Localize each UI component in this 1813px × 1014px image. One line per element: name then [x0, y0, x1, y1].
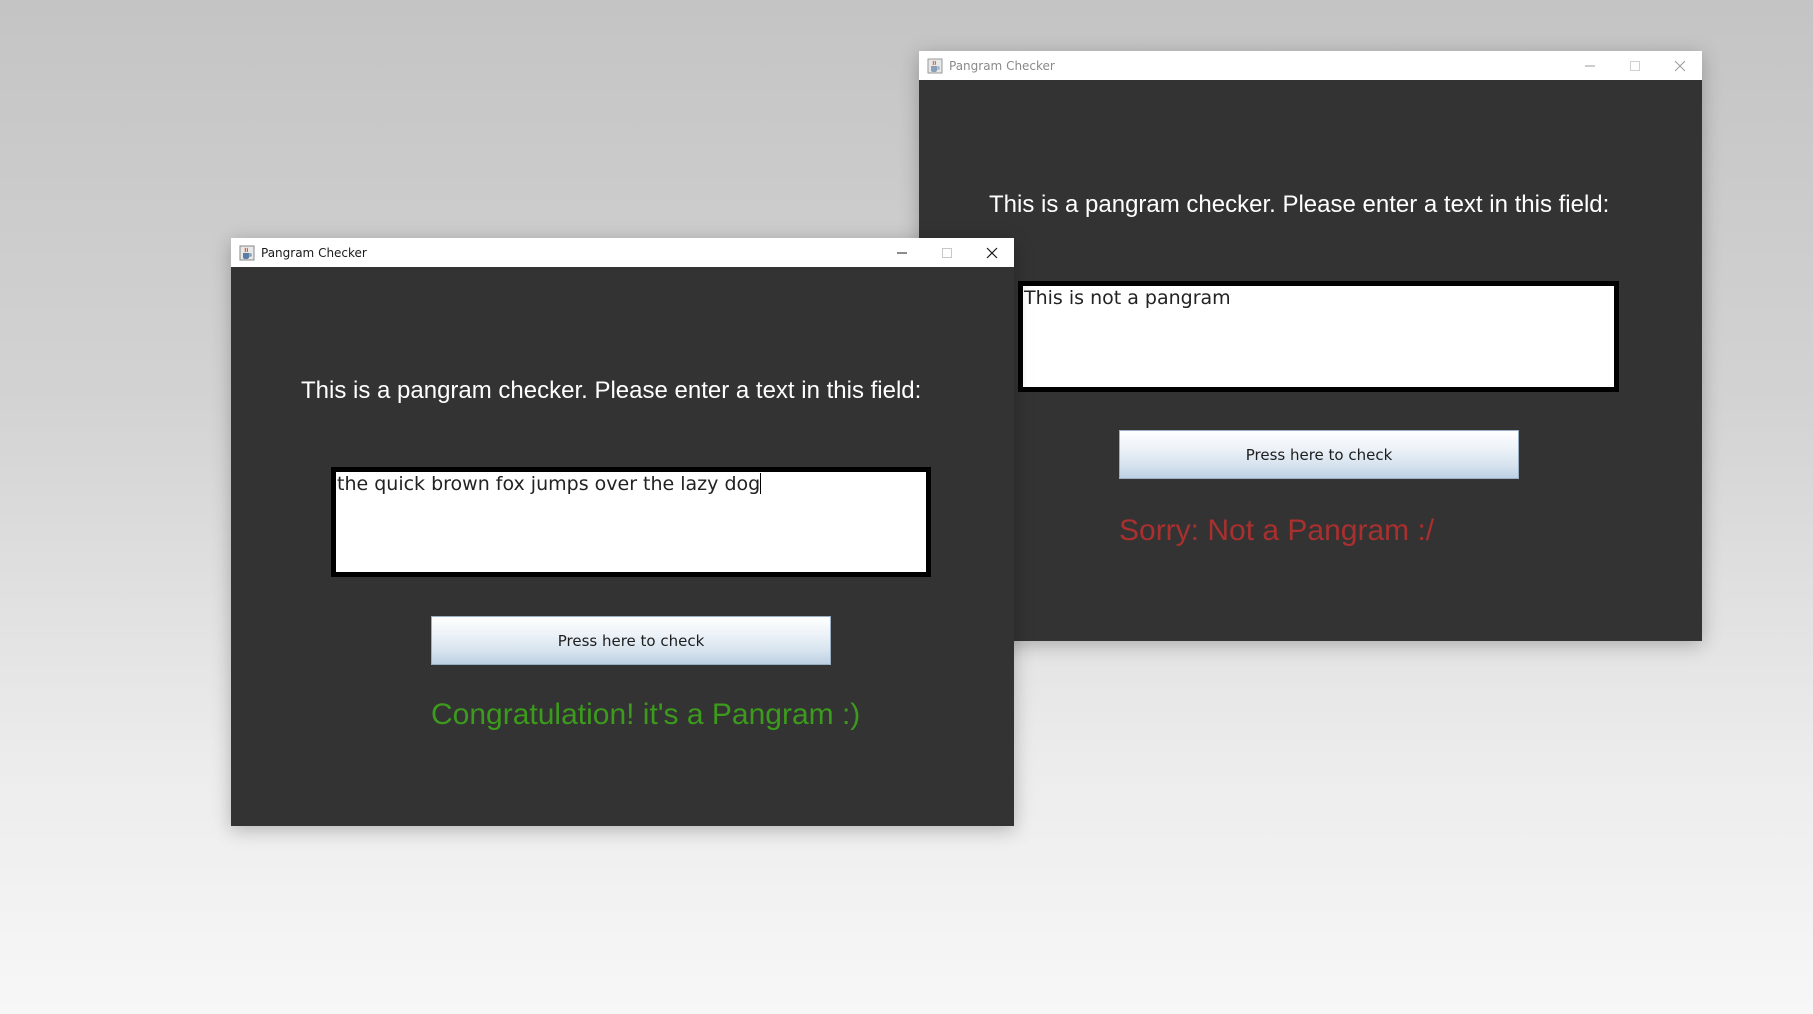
- result-label: Sorry: Not a Pangram :/: [1119, 514, 1435, 547]
- instruction-label: This is a pangram checker. Please enter …: [301, 377, 922, 404]
- titlebar[interactable]: Pangram Checker: [231, 238, 1014, 267]
- titlebar[interactable]: Pangram Checker: [919, 51, 1702, 80]
- window-content: This is a pangram checker. Please enter …: [231, 267, 1014, 826]
- pangram-window-front[interactable]: Pangram Checker This is a pangram checke…: [231, 238, 1014, 826]
- close-icon: [986, 247, 997, 258]
- pangram-window-back[interactable]: Pangram Checker This is a pangram checke…: [919, 51, 1702, 641]
- minimize-button[interactable]: [1567, 51, 1612, 80]
- check-button[interactable]: Press here to check: [431, 616, 831, 665]
- close-icon: [1674, 60, 1685, 71]
- close-button[interactable]: [1657, 51, 1702, 80]
- window-content: This is a pangram checker. Please enter …: [919, 80, 1702, 641]
- minimize-button[interactable]: [879, 238, 924, 267]
- text-caret: [760, 473, 762, 494]
- text-input-value: the quick brown fox jumps over the lazy …: [337, 473, 761, 495]
- result-label: Congratulation! it's a Pangram :): [431, 698, 861, 731]
- maximize-icon: [1629, 60, 1640, 71]
- java-cup-icon: [927, 58, 943, 74]
- text-input-value: This is not a pangram: [1024, 287, 1231, 309]
- text-input[interactable]: the quick brown fox jumps over the lazy …: [331, 467, 931, 577]
- maximize-button[interactable]: [1612, 51, 1657, 80]
- minimize-icon: [896, 252, 907, 253]
- window-title: Pangram Checker: [949, 58, 1055, 73]
- java-cup-icon: [239, 245, 255, 261]
- maximize-button[interactable]: [924, 238, 969, 267]
- close-button[interactable]: [969, 238, 1014, 267]
- instruction-label: This is a pangram checker. Please enter …: [989, 191, 1610, 218]
- window-title: Pangram Checker: [261, 245, 367, 260]
- maximize-icon: [941, 247, 952, 258]
- text-input[interactable]: This is not a pangram: [1018, 281, 1619, 392]
- check-button[interactable]: Press here to check: [1119, 430, 1519, 479]
- minimize-icon: [1584, 65, 1595, 66]
